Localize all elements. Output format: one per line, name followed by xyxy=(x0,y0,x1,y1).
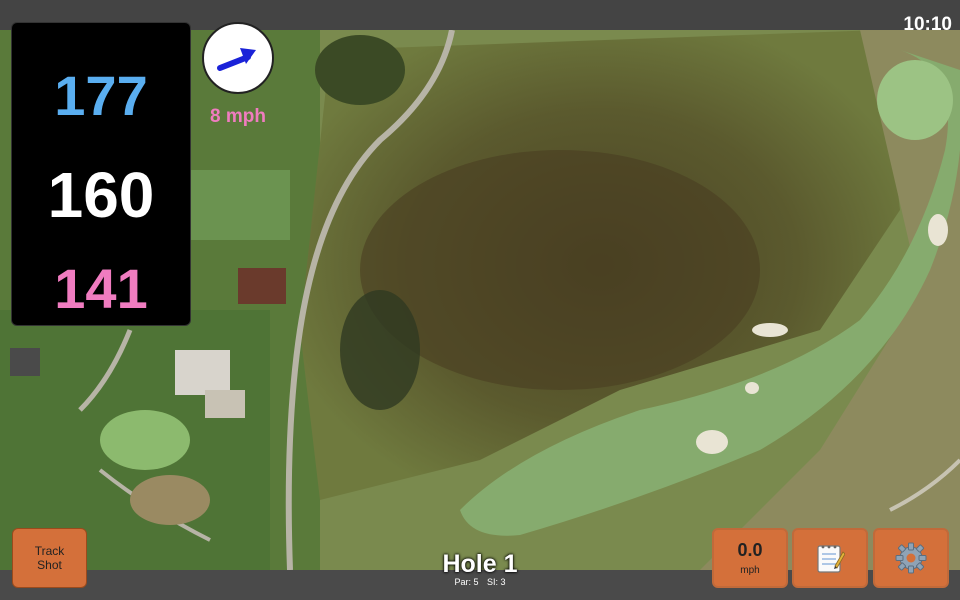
speed-value: 0.0 xyxy=(737,540,763,560)
hole-meta: Par: 5 SI: 3 xyxy=(380,577,580,587)
middle-distance: 160 xyxy=(47,159,155,231)
notes-button[interactable] xyxy=(792,528,868,588)
wind-speed: 8 mph xyxy=(210,106,266,127)
gear-icon xyxy=(895,542,927,574)
track-shot-label: Track Shot xyxy=(34,544,65,572)
distance-panel: 177 160 141 xyxy=(11,22,191,326)
back-distance: 177 xyxy=(54,64,148,127)
speed-unit: mph xyxy=(740,565,760,576)
front-distance: 141 xyxy=(54,257,148,320)
hole-si: SI: 3 xyxy=(487,577,506,587)
wind-arrow-icon xyxy=(217,48,256,71)
track-shot-button[interactable]: Track Shot xyxy=(12,528,87,588)
settings-button[interactable] xyxy=(873,528,949,588)
speed-button[interactable]: 0.0 mph xyxy=(712,528,788,588)
wind-indicator[interactable] xyxy=(202,22,274,94)
hole-par: Par: 5 xyxy=(454,577,479,587)
hole-title: Hole 1 xyxy=(442,550,518,578)
notepad-icon xyxy=(817,545,845,573)
